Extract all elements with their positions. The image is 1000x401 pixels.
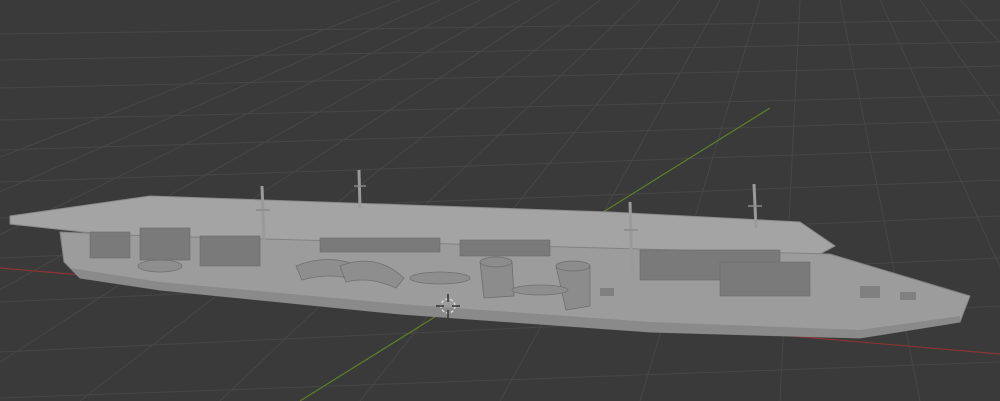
aircraft-carrier-model[interactable] xyxy=(9,169,971,339)
3d-viewport[interactable] xyxy=(0,0,1000,401)
viewport-canvas[interactable] xyxy=(0,0,1000,401)
